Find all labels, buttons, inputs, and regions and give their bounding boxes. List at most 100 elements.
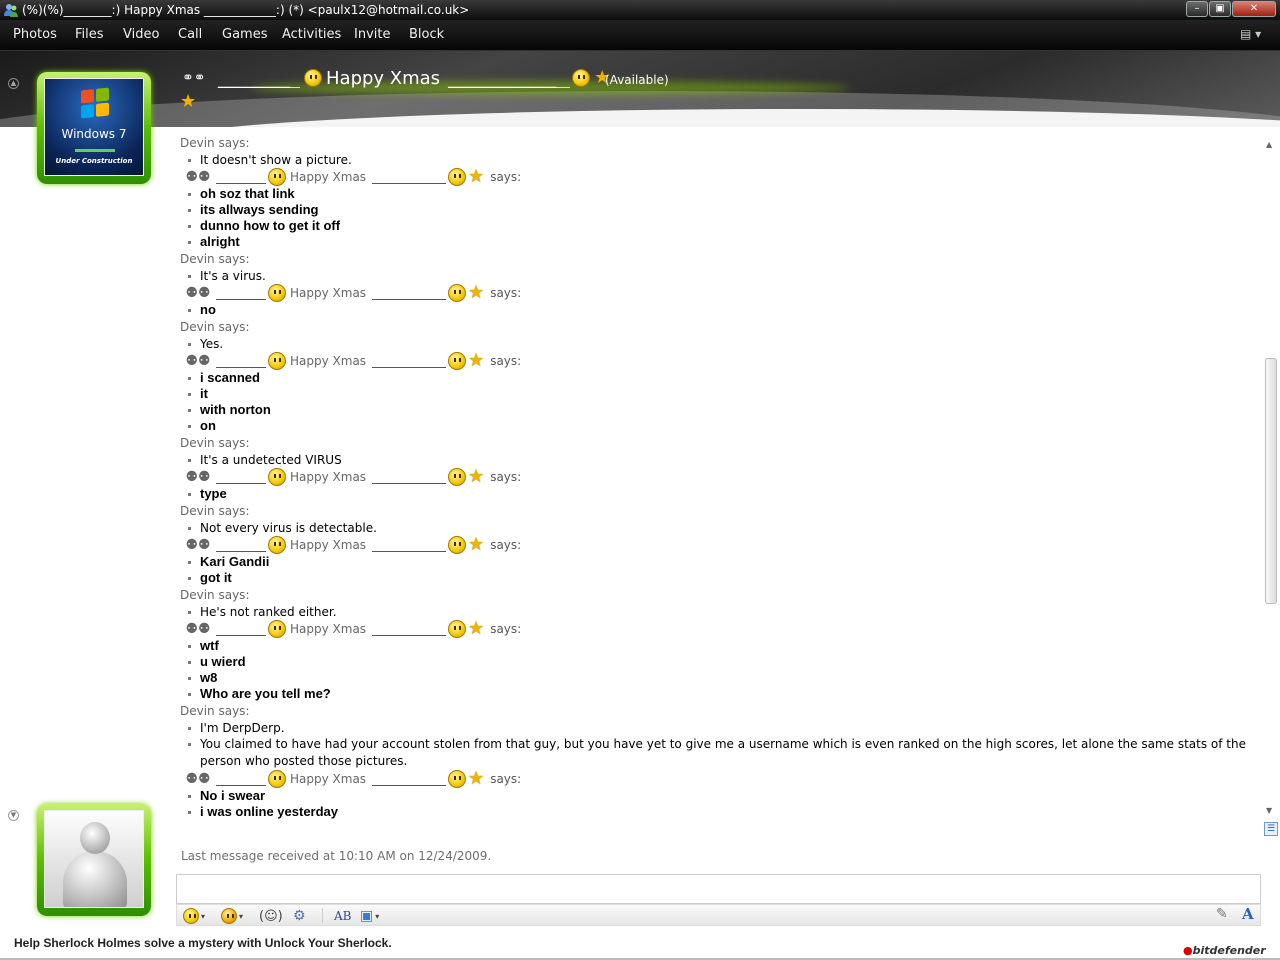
friends-icon: ⚉⚉ — [185, 169, 211, 185]
star-icon: ★ — [468, 350, 485, 371]
text-style-button[interactable]: AB — [334, 907, 351, 925]
chat-message: I'm DerpDerp. — [180, 720, 1262, 736]
ad-banner-link[interactable]: Help Sherlock Holmes solve a mystery wit… — [14, 936, 392, 950]
chat-message: type — [180, 486, 1262, 502]
sender-devin: Devin says: — [180, 434, 1262, 452]
name-underline — [216, 286, 266, 300]
name-underline — [372, 286, 447, 300]
menu-files[interactable]: Files — [75, 27, 104, 43]
chat-message: Who are you tell me? — [180, 686, 1262, 702]
menu-call[interactable]: Call — [178, 27, 202, 43]
sender-devin: Devin says: — [180, 134, 1262, 152]
chat-message: it — [180, 386, 1262, 402]
sender-me: ⚉⚉ Happy Xmas ★ says: — [180, 352, 1262, 370]
collapse-header-icon[interactable]: ▲ — [8, 78, 19, 89]
says-label: says: — [490, 286, 522, 300]
handwriting-pen-icon[interactable]: ✎ — [1216, 906, 1234, 924]
says-label: says: — [490, 354, 522, 368]
chat-message: i scanned — [180, 370, 1262, 386]
backgrounds-button[interactable]: ▣ ▾ — [360, 907, 379, 925]
sender-name: Happy Xmas — [290, 772, 367, 786]
name-underline — [216, 622, 266, 636]
smile-icon — [268, 620, 286, 638]
smile-icon — [304, 69, 322, 87]
sender-name: Happy Xmas — [290, 538, 367, 552]
close-button[interactable]: ✕ — [1232, 1, 1276, 17]
sender-label: Devin says: — [180, 136, 250, 150]
chat-message: with norton — [180, 402, 1262, 418]
chat-message: It doesn't show a picture. — [180, 152, 1262, 168]
expand-side-panel-icon[interactable]: ☰ — [1264, 822, 1278, 836]
name-underline — [372, 538, 447, 552]
sender-me: ⚉⚉ Happy Xmas ★ says: — [180, 620, 1262, 638]
name-underline — [216, 470, 266, 484]
smile-icon — [448, 468, 467, 486]
friends-icon: ⚭⚭ — [182, 70, 206, 86]
sender-label: Devin says: — [180, 252, 250, 266]
says-label: says: — [490, 622, 522, 636]
voice-clip-button[interactable]: ⚙ — [293, 907, 306, 925]
menu-invite[interactable]: Invite — [354, 27, 390, 43]
conversation-scrollbar[interactable]: ▲ ▼ — [1262, 134, 1280, 824]
smile-icon — [268, 168, 286, 186]
window-title: (%)(%)________:) Happy Xmas ____________… — [22, 3, 470, 17]
sender-label: Devin says: — [180, 704, 250, 718]
menu-games[interactable]: Games — [222, 27, 267, 43]
sender-me: ⚉⚉ Happy Xmas ★ says: — [180, 284, 1262, 302]
maximize-button[interactable]: ▣ — [1209, 1, 1231, 17]
menu-bar: Photos Files Video Call Games Activities… — [0, 20, 1280, 51]
minimize-button[interactable]: – — [1186, 1, 1208, 17]
chat-message: oh soz that link — [180, 186, 1262, 202]
menu-photos[interactable]: Photos — [13, 27, 57, 43]
sender-devin: Devin says: — [180, 586, 1262, 604]
smile-icon — [448, 536, 467, 554]
last-message-status: Last message received at 10:10 AM on 12/… — [181, 849, 492, 863]
change-font-button[interactable]: A — [1242, 905, 1260, 925]
smile-icon — [448, 770, 467, 788]
star-icon: ★ — [468, 618, 485, 639]
chat-message: He's not ranked either. — [180, 604, 1262, 620]
chat-message: alright — [180, 234, 1262, 250]
scroll-up-arrow-icon[interactable]: ▲ — [1266, 140, 1272, 149]
chat-message: dunno how to get it off — [180, 218, 1262, 234]
sender-label: Devin says: — [180, 504, 250, 518]
star-icon: ★ — [468, 282, 485, 303]
chat-message: Yes. — [180, 336, 1262, 352]
sender-name: Happy Xmas — [290, 354, 367, 368]
chat-message: its allways sending — [180, 202, 1262, 218]
star-icon: ★ — [468, 768, 485, 789]
name-underline — [216, 772, 266, 786]
chat-message: Kari Gandii — [180, 554, 1262, 570]
show-menu-icon[interactable]: ▤ ▾ — [1240, 27, 1270, 45]
message-input[interactable] — [176, 874, 1261, 904]
contact-display-picture[interactable] — [37, 804, 151, 916]
nudge-button[interactable]: (☺) — [259, 907, 283, 925]
menu-activities[interactable]: Activities — [282, 27, 341, 43]
scroll-down-arrow-icon[interactable]: ▼ — [1266, 806, 1272, 815]
scrollbar-thumb[interactable] — [1265, 358, 1277, 604]
star-icon: ★ — [468, 166, 485, 187]
says-label: says: — [490, 470, 522, 484]
collapse-avatar-icon[interactable]: ▼ — [8, 810, 19, 821]
sender-devin: Devin says: — [180, 250, 1262, 268]
my-display-picture[interactable]: Windows 7 Under Construction — [37, 72, 151, 184]
chat-message: You claimed to have had your account sto… — [180, 736, 1262, 770]
name-underline — [216, 354, 266, 368]
name-underline — [372, 622, 447, 636]
emoticons-button[interactable]: ▾ — [183, 907, 205, 925]
chat-message: no — [180, 302, 1262, 318]
avatar-caption: Under Construction — [55, 157, 133, 165]
sender-name: Happy Xmas — [290, 286, 367, 300]
conversation-history: Devin says: It doesn't show a picture. ⚉⚉ H… — [180, 134, 1262, 839]
chat-message: w8 — [180, 670, 1262, 686]
smile-icon — [448, 284, 467, 302]
sender-devin: Devin says: — [180, 502, 1262, 520]
smile-icon — [268, 284, 286, 302]
sender-name: Happy Xmas — [290, 622, 367, 636]
input-toolbar: ▾ ▾ (☺) ⚙ AB ▣ ▾ — [176, 904, 1261, 926]
sender-label: Devin says: — [180, 436, 250, 450]
winks-button[interactable]: ▾ — [221, 907, 243, 925]
menu-video[interactable]: Video — [123, 27, 159, 43]
menu-block[interactable]: Block — [409, 27, 444, 43]
smile-icon — [572, 69, 591, 87]
